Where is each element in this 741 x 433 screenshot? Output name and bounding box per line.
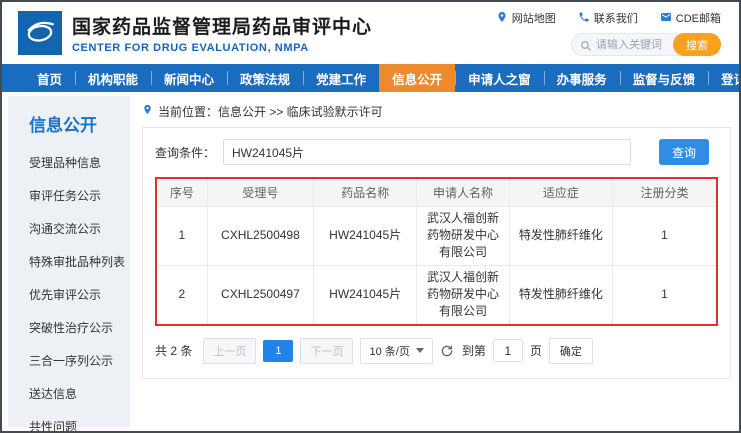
sidebar-item-common-issues[interactable]: 共性问题 — [8, 410, 130, 433]
cell-registration-class: 1 — [613, 206, 716, 265]
sidebar: 信息公开 受理品种信息 审评任务公示 沟通交流公示 特殊审批品种列表 优先审评公… — [8, 96, 130, 427]
col-header-index: 序号 — [157, 179, 207, 206]
cell-acceptance-no: CXHL2500497 — [207, 265, 313, 324]
search-input[interactable] — [596, 39, 668, 51]
site-subtitle: CENTER FOR DRUG EVALUATION, NMPA — [72, 42, 372, 54]
search-bar: 搜索 — [571, 33, 721, 56]
col-header-acceptance-no: 受理号 — [207, 179, 313, 206]
brand: 国家药品监督管理局药品审评中心 CENTER FOR DRUG EVALUATI… — [18, 11, 372, 55]
page-unit-label: 页 — [530, 342, 542, 359]
header-right: 网站地图 联系我们 CDE邮箱 — [496, 10, 721, 56]
table-header-row: 序号 受理号 药品名称 申请人名称 适应症 注册分类 — [157, 179, 716, 206]
page: 国家药品监督管理局药品审评中心 CENTER FOR DRUG EVALUATI… — [0, 0, 741, 433]
nav-item-party[interactable]: 党建工作 — [303, 64, 379, 92]
col-header-drug-name: 药品名称 — [314, 179, 417, 206]
mail-icon — [660, 11, 672, 26]
query-label: 查询条件： — [155, 144, 215, 161]
cde-logo — [18, 11, 62, 55]
sidebar-item-breakthrough-therapy[interactable]: 突破性治疗公示 — [8, 311, 130, 344]
chevron-down-icon — [416, 348, 424, 353]
table-row: 2 CXHL2500497 HW241045片 武汉人福创新药物研发中心有限公司… — [157, 265, 716, 324]
nav-item-policies[interactable]: 政策法规 — [227, 64, 303, 92]
search-button[interactable]: 搜索 — [673, 33, 721, 56]
sidebar-item-delivery-info[interactable]: 送达信息 — [8, 377, 130, 410]
page-size-label: 10 条/页 — [369, 343, 409, 359]
cell-index: 1 — [157, 206, 207, 265]
query-row: 查询条件： 查询 — [155, 139, 718, 165]
sidebar-item-review-tasks[interactable]: 审评任务公示 — [8, 179, 130, 212]
sidebar-item-special-approval[interactable]: 特殊审批品种列表 — [8, 245, 130, 278]
page-body: 信息公开 受理品种信息 审评任务公示 沟通交流公示 特殊审批品种列表 优先审评公… — [2, 92, 739, 431]
sidebar-title: 信息公开 — [8, 96, 130, 146]
cell-drug-name: HW241045片 — [314, 265, 417, 324]
nav-item-supervision[interactable]: 监督与反馈 — [620, 64, 709, 92]
cde-mail-link[interactable]: CDE邮箱 — [660, 10, 721, 26]
content-card: 查询条件： 查询 序号 受理号 药品名称 申请人名称 适 — [142, 127, 731, 379]
nav-item-home[interactable]: 首页 — [24, 64, 75, 92]
nav-item-news[interactable]: 新闻中心 — [151, 64, 227, 92]
map-pin-icon — [496, 11, 508, 26]
cell-indication: 特发性肺纤维化 — [509, 206, 612, 265]
col-header-applicant: 申请人名称 — [417, 179, 509, 206]
query-button[interactable]: 查询 — [659, 139, 709, 165]
results-table-highlight: 序号 受理号 药品名称 申请人名称 适应症 注册分类 1 CXH — [155, 177, 718, 326]
cell-indication: 特发性肺纤维化 — [509, 265, 612, 324]
total-count-label: 共 2 条 — [155, 342, 192, 359]
main-content: 当前位置：信息公开 >> 临床试验默示许可 查询条件： 查询 序号 受理号 — [130, 96, 739, 431]
confirm-button[interactable]: 确定 — [549, 338, 593, 364]
quick-links: 网站地图 联系我们 CDE邮箱 — [496, 10, 721, 26]
sidebar-item-three-in-one[interactable]: 三合一序列公示 — [8, 344, 130, 377]
col-header-registration-class: 注册分类 — [613, 179, 716, 206]
cell-registration-class: 1 — [613, 265, 716, 324]
pagination: 共 2 条 上一页 1 下一页 10 条/页 到第 页 确定 — [155, 338, 718, 364]
contact-label: 联系我们 — [594, 10, 638, 26]
location-pin-icon — [142, 103, 153, 119]
sidebar-item-communication[interactable]: 沟通交流公示 — [8, 212, 130, 245]
search-icon — [580, 39, 592, 51]
prev-page-button[interactable]: 上一页 — [203, 338, 256, 364]
sitemap-link[interactable]: 网站地图 — [496, 10, 556, 26]
sitemap-label: 网站地图 — [512, 10, 556, 26]
brand-text: 国家药品监督管理局药品审评中心 CENTER FOR DRUG EVALUATI… — [72, 12, 372, 54]
results-table: 序号 受理号 药品名称 申请人名称 适应症 注册分类 1 CXH — [157, 179, 716, 324]
sidebar-item-priority-review[interactable]: 优先审评公示 — [8, 278, 130, 311]
cell-drug-name: HW241045片 — [314, 206, 417, 265]
site-title: 国家药品监督管理局药品审评中心 — [72, 12, 372, 39]
cell-acceptance-no: CXHL2500498 — [207, 206, 313, 265]
col-header-indication: 适应症 — [509, 179, 612, 206]
nav-item-info-disclosure[interactable]: 信息公开 — [379, 64, 455, 92]
contact-link[interactable]: 联系我们 — [578, 10, 638, 26]
header: 国家药品监督管理局药品审评中心 CENTER FOR DRUG EVALUATI… — [2, 2, 739, 64]
query-input[interactable] — [223, 139, 631, 165]
goto-page-input[interactable] — [493, 339, 523, 362]
cell-applicant: 武汉人福创新药物研发中心有限公司 — [417, 265, 509, 324]
breadcrumb-text: 当前位置：信息公开 >> 临床试验默示许可 — [158, 103, 383, 120]
cde-logo-icon — [22, 13, 58, 54]
table-row: 1 CXHL2500498 HW241045片 武汉人福创新药物研发中心有限公司… — [157, 206, 716, 265]
nav-item-registration-platform[interactable]: 登记备案平台 — [708, 64, 741, 92]
goto-page-label: 到第 — [462, 342, 486, 359]
refresh-icon[interactable] — [440, 343, 455, 358]
main-nav: 首页 机构职能 新闻中心 政策法规 党建工作 信息公开 申请人之窗 办事服务 监… — [2, 64, 739, 92]
breadcrumb: 当前位置：信息公开 >> 临床试验默示许可 — [142, 102, 731, 120]
phone-icon — [578, 11, 590, 26]
nav-item-functions[interactable]: 机构职能 — [75, 64, 151, 92]
page-1-button[interactable]: 1 — [263, 340, 293, 362]
next-page-button[interactable]: 下一页 — [300, 338, 353, 364]
page-size-select[interactable]: 10 条/页 — [360, 338, 432, 364]
cell-index: 2 — [157, 265, 207, 324]
nav-item-services[interactable]: 办事服务 — [544, 64, 620, 92]
cell-applicant: 武汉人福创新药物研发中心有限公司 — [417, 206, 509, 265]
nav-item-applicant-window[interactable]: 申请人之窗 — [455, 64, 544, 92]
sidebar-item-accepted-varieties[interactable]: 受理品种信息 — [8, 146, 130, 179]
cde-mail-label: CDE邮箱 — [676, 10, 721, 26]
